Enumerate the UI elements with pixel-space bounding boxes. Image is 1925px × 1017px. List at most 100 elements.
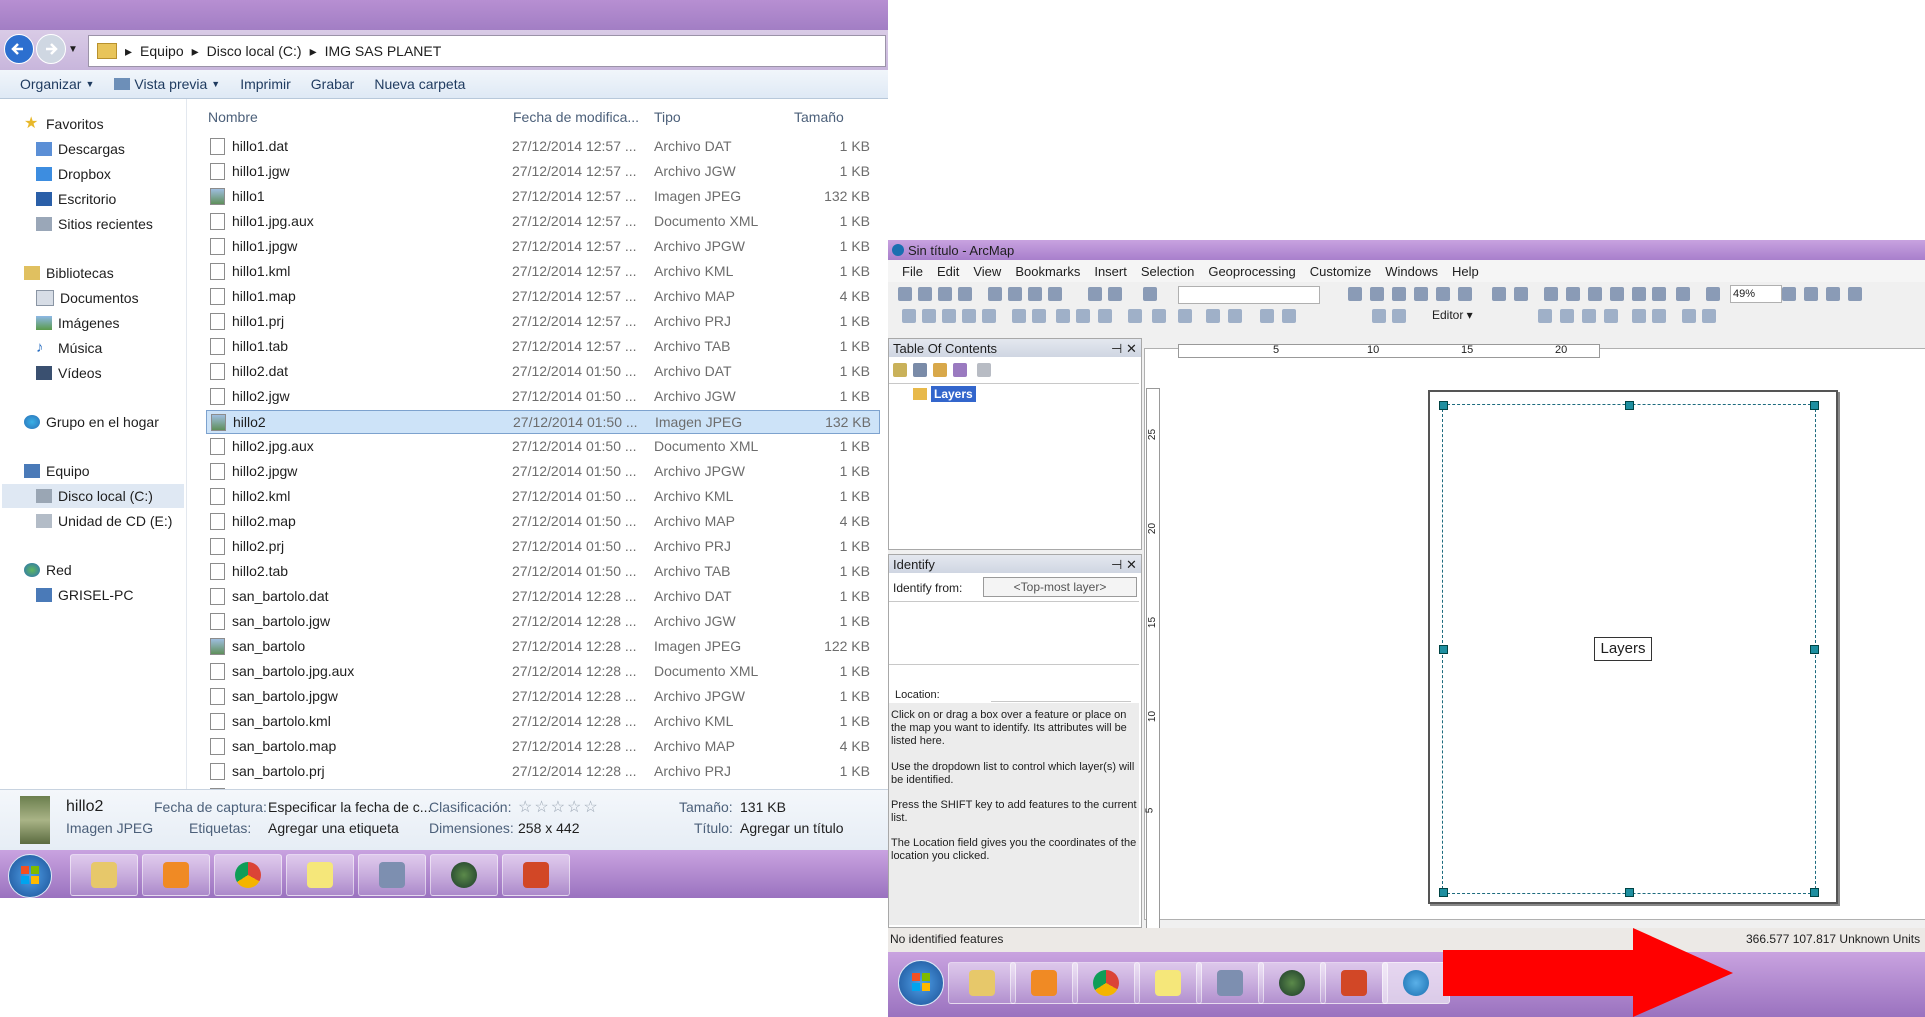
menu-help[interactable]: Help [1452,264,1479,279]
history-dropdown-icon[interactable]: ▼ [68,44,78,55]
toolbar-tool-icon[interactable] [982,309,996,323]
toolbar-tool-icon[interactable] [1370,287,1384,301]
capture-value[interactable]: Especificar la fecha de c... [268,799,431,815]
breadcrumb-folder[interactable]: IMG SAS PLANET [325,43,442,59]
toolbar-tool-icon[interactable] [1632,309,1646,323]
table-row[interactable]: hillo2.dat 27/12/2014 01:50 ... Archivo DA… [206,360,878,382]
resize-handle[interactable] [1810,401,1819,410]
taskbar-arcglobe[interactable] [430,854,498,896]
table-row[interactable]: hillo1.jpgw 27/12/2014 12:57 ... Archivo J… [206,235,878,257]
table-row[interactable]: hillo2.jpg.aux 27/12/2014 01:50 ... Docume… [206,435,878,457]
table-row[interactable]: hillo1.jpg.aux 27/12/2014 12:57 ... Docume… [206,210,878,232]
table-row[interactable]: hillo2.kml 27/12/2014 01:50 ... Archivo KM… [206,485,878,507]
table-row[interactable]: hillo2.map 27/12/2014 01:50 ... Archivo MA… [206,510,878,532]
toolbar-tool-icon[interactable] [1228,309,1242,323]
toolbar-tool-icon[interactable] [1392,287,1406,301]
taskbar-sticky-notes[interactable] [286,854,354,896]
menu-file[interactable]: File [902,264,923,279]
taskbar-powerpoint[interactable] [1320,962,1388,1004]
scale-combo[interactable] [1178,286,1320,304]
nav-red[interactable]: Red [24,560,72,580]
list-by-selection-icon[interactable] [953,363,967,377]
vista-previa-button[interactable]: Vista previa ▼ [114,76,220,92]
col-nombre[interactable]: Nombre [208,109,258,125]
toolbar-tool-icon[interactable] [1008,287,1022,301]
taskbar-media-player[interactable] [142,854,210,896]
nav-cd[interactable]: Unidad de CD (E:) [36,511,172,531]
toolbar-tool-icon[interactable] [1632,287,1646,301]
taskbar-sticky-notes[interactable] [1134,962,1202,1004]
toolbar-tool-icon[interactable] [1206,309,1220,323]
table-row[interactable]: san_bartolo.dat 27/12/2014 12:28 ... Archi… [206,585,878,607]
resize-handle[interactable] [1810,645,1819,654]
organizar-button[interactable]: Organizar ▼ [20,76,94,92]
col-tamano[interactable]: Tamaño [794,109,844,125]
resize-handle[interactable] [1439,401,1448,410]
breadcrumb-equipo[interactable]: Equipo [140,43,184,59]
table-row[interactable]: hillo1.map 27/12/2014 12:57 ... Archivo MA… [206,285,878,307]
taskbar-arcglobe[interactable] [1258,962,1326,1004]
list-by-visibility-icon[interactable] [933,363,947,377]
title-value[interactable]: Agregar un título [740,820,844,836]
pin-icon[interactable]: ⊣ [1111,557,1122,573]
nav-disco[interactable]: Disco local (C:) [2,484,184,508]
resize-handle[interactable] [1439,888,1448,897]
table-row[interactable]: san_bartolo.prj 27/12/2014 12:28 ... Archi… [206,760,878,782]
forward-button[interactable] [36,34,66,64]
nueva-carpeta-button[interactable]: Nueva carpeta [374,76,465,92]
toolbar-tool-icon[interactable] [918,287,932,301]
toolbar-tool-icon[interactable] [1566,287,1580,301]
table-row[interactable]: hillo1 27/12/2014 12:57 ... Imagen JPEG 132… [206,185,878,207]
toolbar-tool-icon[interactable] [1152,309,1166,323]
menu-insert[interactable]: Insert [1094,264,1127,279]
table-row[interactable]: san_bartolo.map 27/12/2014 12:28 ... Archi… [206,735,878,757]
pin-icon[interactable]: ⊣ [1111,341,1122,357]
nav-dropbox[interactable]: Dropbox [36,164,111,184]
taskbar-explorer[interactable] [70,854,138,896]
tags-value[interactable]: Agregar una etiqueta [268,820,399,836]
layout-zoom-combo[interactable]: 49% [1730,285,1782,303]
nav-musica[interactable]: ♪ Música [36,338,102,358]
toolbar-tool-icon[interactable] [1088,287,1102,301]
taskbar-explorer[interactable] [948,962,1016,1004]
col-tipo[interactable]: Tipo [654,109,681,125]
table-row[interactable]: san_bartolo.kml 27/12/2014 12:28 ... Archi… [206,710,878,732]
toolbar-tool-icon[interactable] [1560,309,1574,323]
nav-videos[interactable]: Vídeos [36,363,102,383]
nav-documentos[interactable]: Documentos [36,288,139,308]
table-row[interactable]: san_bartolo.jpg.aux 27/12/2014 12:28 ... D… [206,660,878,682]
toolbar-tool-icon[interactable] [1782,287,1796,301]
resize-handle[interactable] [1439,645,1448,654]
table-row[interactable]: hillo2.tab 27/12/2014 01:50 ... Archivo TA… [206,560,878,582]
taskbar-media-player[interactable] [1010,962,1078,1004]
menu-geoprocessing[interactable]: Geoprocessing [1208,264,1295,279]
nav-pc[interactable]: GRISEL-PC [36,585,133,605]
taskbar-chrome[interactable] [214,854,282,896]
start-button[interactable] [898,960,944,1006]
toolbar-tool-icon[interactable] [1056,309,1070,323]
editor-menu[interactable]: Editor ▾ [1432,308,1473,322]
toolbar-tool-icon[interactable] [1610,287,1624,301]
toolbar-tool-icon[interactable] [1143,287,1157,301]
toolbar-tool-icon[interactable] [1012,309,1026,323]
list-by-drawing-order-icon[interactable] [893,363,907,377]
imprimir-button[interactable]: Imprimir [240,76,291,92]
col-fecha[interactable]: Fecha de modifica... [513,109,639,125]
toolbar-tool-icon[interactable] [902,309,916,323]
table-row[interactable]: hillo1.jgw 27/12/2014 12:57 ... Archivo JG… [206,160,878,182]
nav-favoritos[interactable]: ★ Favoritos [24,114,104,134]
toolbar-tool-icon[interactable] [1588,287,1602,301]
table-row[interactable]: hillo1.tab 27/12/2014 12:57 ... Archivo TA… [206,335,878,357]
toolbar-tool-icon[interactable] [1178,309,1192,323]
resize-handle[interactable] [1810,888,1819,897]
back-button[interactable] [4,34,34,64]
menu-customize[interactable]: Customize [1310,264,1371,279]
toolbar-tool-icon[interactable] [1032,309,1046,323]
toolbar-tool-icon[interactable] [1826,287,1840,301]
taskbar-arccatalog[interactable] [1196,962,1264,1004]
toolbar-tool-icon[interactable] [1538,309,1552,323]
taskbar-powerpoint[interactable] [502,854,570,896]
toolbar-tool-icon[interactable] [1282,309,1296,323]
nav-equipo[interactable]: Equipo [24,461,90,481]
toolbar-tool-icon[interactable] [1108,287,1122,301]
